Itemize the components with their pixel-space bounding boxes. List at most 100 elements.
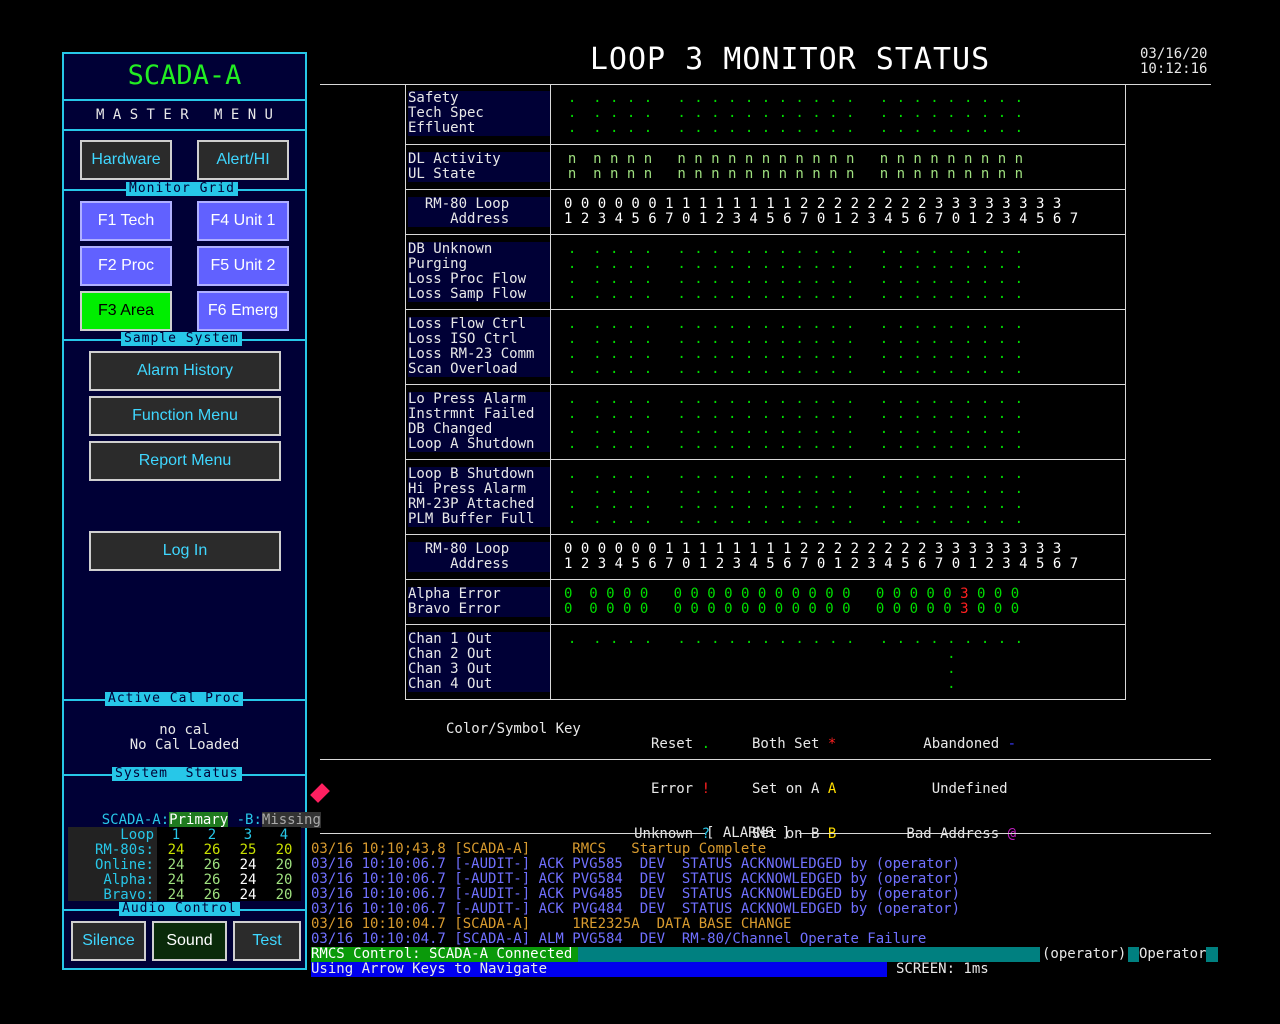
key-unknown: Unknown — [634, 826, 694, 842]
test-button[interactable]: Test — [233, 921, 301, 961]
key-col-3: Abandoned - Undefined Bad Address @ — [880, 707, 1016, 857]
key-bad-address: Bad Address — [906, 826, 1000, 842]
bravo-error-values: 0 0 0 0 0 0 0 0 0 0 0 0 0 0 0 0 0 0 0 0 … — [564, 601, 961, 617]
alarms-title: [ ALARMS ] — [706, 825, 791, 841]
loop-table-cell: 3 — [243, 827, 253, 843]
control-status-text: RMCS Control: SCADA-A Connected — [311, 947, 579, 962]
alarm-list[interactable]: 03/16 10;10;43,8 [SCADA-A] RMCS Startup … — [311, 842, 1211, 947]
loop-table-row-label: Alpha: — [103, 872, 154, 888]
alpha-error-row: 0 0 0 0 0 0 0 0 0 0 0 0 0 0 0 0 0 0 0 0 … — [564, 587, 1019, 602]
key-set-a-sym: A — [827, 781, 837, 797]
screen-time: SCREEN: 1ms — [896, 961, 989, 977]
activity-labels: DL Activity UL State — [408, 152, 550, 182]
operator-role: Operator — [1139, 946, 1207, 962]
log-in-button[interactable]: Log In — [89, 531, 281, 571]
address-header-bottom: RM-80 Loop Address 0 0 0 0 0 0 1 1 1 1 1… — [405, 534, 1126, 580]
key-error: Error — [650, 781, 694, 797]
loop-table-cell: 20 — [275, 842, 293, 858]
scada-b-label: -B: — [228, 812, 262, 828]
alarm-row[interactable]: 03/16 10:10:06.7 [-AUDIT-] ACK PVG584 DE… — [311, 872, 1211, 887]
loop-table-row-label: Online: — [94, 857, 154, 873]
key-set-a: Set on A — [752, 781, 820, 797]
address-row-1: 0 0 0 0 0 0 1 1 1 1 1 1 1 1 2 2 2 2 2 2 … — [564, 196, 1062, 212]
press-alarm-dots: . . . . . . . . . . . . . . . . . . . . … — [567, 391, 1024, 452]
nav-hint: Using Arrow Keys to Navigate — [311, 961, 548, 977]
alert-hi-button[interactable]: Alert/HI — [197, 140, 289, 180]
alarm-history-button[interactable]: Alarm History — [89, 351, 281, 391]
silence-button[interactable]: Silence — [71, 921, 146, 961]
press-alarm-labels: Lo Press Alarm Instrmnt Failed DB Change… — [408, 392, 550, 452]
alpha-error-values: 0 0 0 0 0 0 0 0 0 0 0 0 0 0 0 0 0 0 0 0 … — [564, 586, 961, 602]
rm80-loop-label-2: RM-80 Loop Address — [408, 542, 550, 572]
alarm-row[interactable]: 03/16 10:10:04.7 [SCADA-A] ALM PVG584 DE… — [311, 932, 1211, 947]
loop-table-row-label: RM-80s: — [94, 842, 154, 858]
loop-b-group: Loop B Shutdown Hi Press Alarm RM-23P At… — [405, 459, 1126, 535]
loss-flow-labels: Loss Flow Ctrl Loss ISO Ctrl Loss RM-23 … — [408, 317, 550, 377]
loop-table-cell: 20 — [275, 857, 293, 873]
master-menu-panel: SCADA-A M A S T E R M E N U Hardware Ale… — [62, 52, 321, 970]
loop-table-cell: 26 — [203, 857, 221, 873]
key-both: Both Set — [752, 736, 820, 752]
loop-table-cell: 24 — [167, 857, 185, 873]
monitor-grid-header: Monitor Grid — [126, 182, 238, 196]
error-group: Alpha Error Bravo Error 0 0 0 0 0 0 0 0 … — [405, 579, 1126, 625]
loop-table-cell: 20 — [275, 887, 293, 903]
header-date: 03/16/20 — [1140, 46, 1208, 62]
f6-emerg-button[interactable]: F6 Emerg — [197, 291, 289, 331]
alpha-error-values-tail: 0 0 0 — [968, 586, 1020, 602]
f2-proc-button[interactable]: F2 Proc — [80, 246, 172, 286]
header-time: 10:12:16 — [1140, 61, 1208, 77]
bravo-error-values-tail: 0 0 0 — [968, 601, 1020, 617]
activity-values: n n n n n n n n n n n n n n n n n n n n … — [567, 151, 1024, 182]
f1-tech-button[interactable]: F1 Tech — [80, 201, 172, 241]
activity-group: DL Activity UL State n n n n n n n n n n… — [405, 144, 1126, 190]
safety-labels: Safety Tech Spec Effluent — [408, 91, 550, 136]
alarm-row[interactable]: 03/16 10:10:04.7 [SCADA-A] 1RE2325A DATA… — [311, 917, 1211, 932]
alarm-row[interactable]: 03/16 10:10:06.7 [-AUDIT-] ACK PVG585 DE… — [311, 857, 1211, 872]
key-reset-sym: . — [701, 736, 710, 752]
no-cal-text: no cal — [159, 722, 210, 738]
loop-table-cell: 20 — [275, 872, 293, 888]
function-menu-button[interactable]: Function Menu — [89, 396, 281, 436]
alarm-row[interactable]: 03/16 10;10;43,8 [SCADA-A] RMCS Startup … — [311, 842, 1211, 857]
loss-flow-dots: . . . . . . . . . . . . . . . . . . . . … — [567, 316, 1024, 377]
loop-table-cell: 26 — [203, 842, 221, 858]
active-cal-header: Active Cal Proc — [105, 692, 244, 706]
error-labels: Alpha Error Bravo Error — [408, 587, 550, 617]
safety-dots: . . . . . . . . . . . . . . . . . . . . … — [567, 90, 1024, 136]
loop-table-cell: 24 — [167, 842, 185, 858]
loop-table-row-label: Loop — [120, 827, 154, 843]
key-abandoned-sym: - — [1007, 736, 1016, 752]
loop-table-cell: 26 — [203, 872, 221, 888]
primary-badge: Primary — [169, 812, 229, 828]
key-set-b-sym: B — [827, 826, 837, 842]
loop-table-cell: 4 — [279, 827, 289, 843]
loop-table-cell: 2 — [207, 827, 217, 843]
alarm-row[interactable]: 03/16 10:10:06.7 [-AUDIT-] ACK PVG484 DE… — [311, 902, 1211, 917]
channel-out-group: Chan 1 Out Chan 2 Out Chan 3 Out Chan 4 … — [405, 624, 1126, 700]
address-row-1b: 0 0 0 0 0 0 1 1 1 1 1 1 1 1 2 2 2 2 2 2 … — [564, 541, 1062, 557]
key-bad-address-sym: @ — [1007, 826, 1016, 842]
f5-unit2-button[interactable]: F5 Unit 2 — [197, 246, 289, 286]
key-abandoned: Abandoned — [923, 736, 1000, 752]
f4-unit1-button[interactable]: F4 Unit 1 — [197, 201, 289, 241]
loop-table-cell: 24 — [239, 872, 257, 888]
key-undefined: Undefined — [931, 781, 1008, 797]
loop-table-cell: 1 — [171, 827, 181, 843]
page-title: LOOP 3 MONITOR STATUS — [589, 42, 991, 77]
alpha-error-flag: 3 — [960, 586, 969, 602]
sound-button[interactable]: Sound — [152, 921, 227, 961]
loop-b-labels: Loop B Shutdown Hi Press Alarm RM-23P At… — [408, 467, 550, 527]
loop-table-cell: 24 — [239, 857, 257, 873]
sample-system-header: Sample System — [121, 332, 242, 346]
report-menu-button[interactable]: Report Menu — [89, 441, 281, 481]
rm80-loop-label: RM-80 Loop Address — [408, 197, 550, 227]
key-error-sym: ! — [701, 781, 710, 797]
db-unknown-group: DB Unknown Purging Loss Proc Flow Loss S… — [405, 234, 1126, 310]
f3-area-button[interactable]: F3 Area — [80, 291, 172, 331]
loop-table-cell: 24 — [239, 887, 257, 903]
alarm-row[interactable]: 03/16 10:10:06.7 [-AUDIT-] ACK PVG485 DE… — [311, 887, 1211, 902]
hardware-button[interactable]: Hardware — [80, 140, 172, 180]
press-alarm-group: Lo Press Alarm Instrmnt Failed DB Change… — [405, 384, 1126, 460]
address-row-2: 1 2 3 4 5 6 7 0 1 2 3 4 5 6 7 0 1 2 3 4 … — [564, 211, 1079, 227]
